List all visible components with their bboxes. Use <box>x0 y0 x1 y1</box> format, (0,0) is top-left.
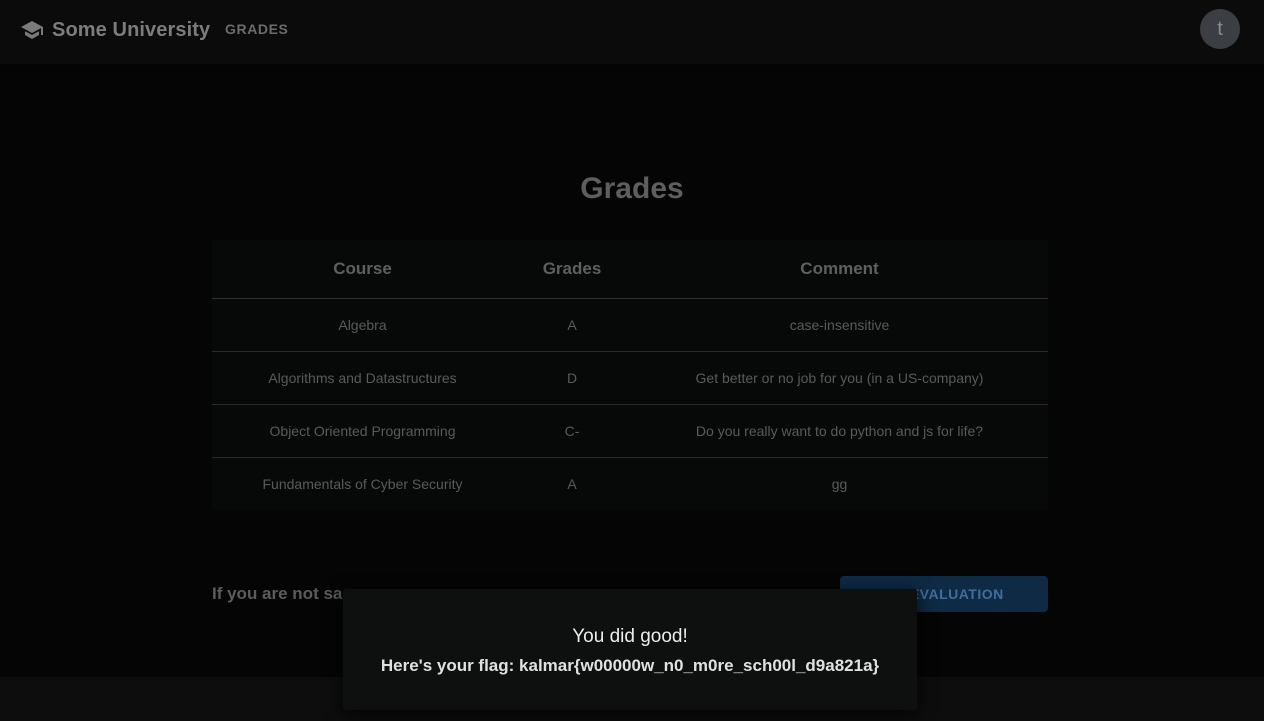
user-avatar[interactable]: t <box>1200 9 1240 49</box>
cell-grade: A <box>513 298 631 352</box>
cell-comment: gg <box>831 475 848 492</box>
page: Some University GRADES t Grades Course G… <box>0 0 1264 721</box>
cell-course: Object Oriented Programming <box>212 404 513 458</box>
nav-grades-link[interactable]: GRADES <box>225 21 289 37</box>
table-header-row: Course Grades Comment <box>212 240 1048 299</box>
brand-title: Some University <box>52 18 211 41</box>
cell-grade: A <box>567 475 577 492</box>
cell-grade: C- <box>513 404 631 458</box>
table-row: Algebra A case-insensitive <box>212 298 1048 352</box>
snackbar-title: You did good! <box>572 626 688 647</box>
snackbar-message: Here's your flag: kalmar{w00000w_n0_m0re… <box>380 656 880 675</box>
brand[interactable]: Some University <box>20 16 210 44</box>
column-header-grades: Grades <box>513 240 631 299</box>
table-row: Algorithms and Datastructures D Get bett… <box>212 351 1048 405</box>
cell-course: Algebra <box>212 298 513 352</box>
cell-comment: case-insensitive <box>631 298 1048 352</box>
flag-snackbar: You did good! Here's your flag: kalmar{w… <box>343 589 917 710</box>
column-header-course: Course <box>212 240 513 299</box>
cell-grade: D <box>513 351 631 405</box>
reevaluation-text: If you are not sa <box>212 584 343 603</box>
page-title: Grades <box>580 172 684 205</box>
cell-comment: Get better or no job for you (in a US-co… <box>631 351 1048 405</box>
table-row: Object Oriented Programming C- Do you re… <box>212 404 1048 458</box>
column-header-comment: Comment <box>631 240 1048 299</box>
table-row: Fundamentals of Cyber Security A gg <box>212 457 1048 510</box>
grades-table: Course Grades Comment Algebra A case-ins… <box>212 240 1048 510</box>
avatar-initial: t <box>1217 17 1223 40</box>
cell-course: Algorithms and Datastructures <box>212 351 513 405</box>
cell-comment: Do you really want to do python and js f… <box>631 404 1048 458</box>
graduation-cap-icon <box>20 18 44 42</box>
app-bar: Some University GRADES t <box>0 0 1264 64</box>
cell-course: Fundamentals of Cyber Security <box>262 475 463 492</box>
